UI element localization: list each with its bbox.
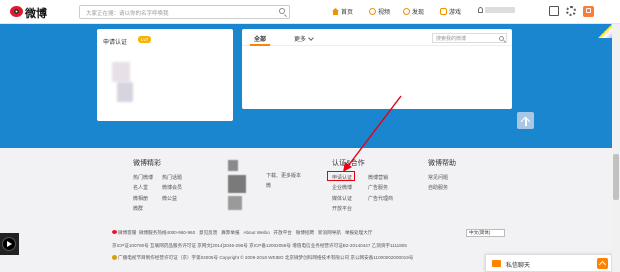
blurred-qr-code <box>228 196 242 210</box>
footer-link[interactable]: 常见问题 <box>428 174 448 181</box>
blurred-username <box>485 7 515 13</box>
level-badge: Lv7 <box>138 36 151 43</box>
footer-link[interactable]: 名人堂 <box>133 184 148 191</box>
tab-more[interactable]: 更多 <box>294 34 314 43</box>
scrollbar[interactable] <box>612 24 620 272</box>
blurred-qr-code <box>228 160 238 171</box>
nav-game-label: 游戏 <box>449 10 462 16</box>
footer-bottom-link[interactable]: 微博招聘 <box>296 230 314 235</box>
mail-icon[interactable] <box>549 6 559 16</box>
footer-col-title-help: 微博帮助 <box>428 160 456 167</box>
global-search-input[interactable]: 大家正在搜：请以你的名字呼唤我 <box>79 5 290 19</box>
blurred-avatar-part <box>112 62 130 82</box>
corner-decoration <box>598 24 612 38</box>
footer-link[interactable]: 媒体认证 <box>332 195 352 202</box>
weibo-small-icon <box>112 230 117 234</box>
nav-home[interactable]: 首页 <box>332 7 353 16</box>
game-icon <box>440 8 447 15</box>
discover-icon <box>403 8 410 15</box>
footer-link[interactable]: 开放平台 <box>332 205 352 212</box>
footer-col-title-highlights: 微博精彩 <box>133 160 161 167</box>
footer-bottom-link[interactable]: 微博客服 <box>118 230 136 235</box>
nav-discover-label: 发现 <box>412 10 425 16</box>
logo-text: 微博 <box>25 7 47 20</box>
nav-video-label: 视频 <box>378 10 391 16</box>
footer-col-title-cooperation: 认证&合作 <box>332 160 365 167</box>
weibo-logo[interactable]: 微博 <box>10 5 50 20</box>
footer-bottom-link[interactable]: 舞弊举报 <box>221 230 239 235</box>
nav-game[interactable]: 游戏 <box>440 7 461 16</box>
footer-bottom-link[interactable]: About Weibo <box>243 230 269 235</box>
feed-tabs: 全部 更多 搜索我的微博 <box>242 29 512 46</box>
footer-bottom-link[interactable]: 开放平台 <box>274 230 292 235</box>
tab-more-label: 更多 <box>294 37 307 43</box>
footer-link[interactable]: 微公益 <box>162 195 177 202</box>
footer-license-row: 京ICP证100780号 互联网药品服务许可证 京网文[2014]2046-29… <box>112 243 407 248</box>
feed-panel: 全部 更多 搜索我的微博 <box>242 29 512 109</box>
my-search-placeholder: 搜索我的微博 <box>436 36 467 42</box>
footer-copyright-text: 广播电视节目制作经营许可证（京）字第04005号 Copyright © 200… <box>118 255 414 260</box>
my-weibo-search-input[interactable]: 搜索我的微博 <box>432 33 507 43</box>
footer-link[interactable]: 下载、更多版本 <box>266 172 301 179</box>
footer-link[interactable]: 微博会员 <box>162 184 182 191</box>
police-badge-icon <box>112 255 117 260</box>
footer-link[interactable]: 广告代理商 <box>368 195 393 202</box>
top-navigation-bar: 微博 大家正在搜：请以你的名字呼唤我 首页 视频 发现 游戏 <box>0 0 620 24</box>
scrollbar-thumb[interactable] <box>613 154 619 200</box>
footer-copyright-row: 广播电视节目制作经营许可证（京）字第04005号 Copyright © 200… <box>112 255 413 261</box>
search-placeholder: 大家正在搜：请以你的名字呼唤我 <box>86 11 169 17</box>
footer-bottom-link[interactable]: 新浪网导航 <box>318 230 341 235</box>
footer-bottom-link[interactable]: 意见反馈 <box>199 230 217 235</box>
nav-home-label: 首页 <box>341 10 354 16</box>
language-select[interactable]: 中文(简体) <box>466 229 505 237</box>
blurred-qr-code <box>228 175 246 193</box>
footer-link[interactable]: 微博营销 <box>368 174 388 181</box>
footer-link[interactable]: 微相册 <box>133 195 148 202</box>
play-icon <box>7 241 12 247</box>
footer-bottom-link[interactable]: 微博服务热线4000-960-960 <box>139 230 195 235</box>
user-icon <box>478 7 483 13</box>
weibo-eye-icon <box>10 6 23 17</box>
apply-verification-label[interactable]: 申请认证 <box>103 37 127 46</box>
blurred-avatar-part <box>117 82 133 102</box>
home-icon <box>332 8 339 15</box>
search-icon[interactable] <box>499 35 504 41</box>
search-icon[interactable] <box>279 8 285 14</box>
footer-link[interactable]: 微群 <box>133 205 143 212</box>
chat-label: 私信聊天 <box>506 263 531 269</box>
footer-link[interactable]: 热门话题 <box>162 174 182 181</box>
tab-all[interactable]: 全部 <box>249 34 271 46</box>
main-content-area: 申请认证 Lv7 全部 更多 搜索我的微博 <box>0 24 612 148</box>
footer-bottom-link[interactable]: 举报处理大厅 <box>345 230 373 235</box>
video-player-widget[interactable] <box>0 233 19 255</box>
footer-link[interactable]: 企业微博 <box>332 184 352 191</box>
footer-links-row: 微博客服 微博服务热线4000-960-960 意见反馈 舞弊举报 About … <box>112 230 372 236</box>
footer-link[interactable]: 热门微博 <box>133 174 153 181</box>
video-icon <box>369 8 376 15</box>
footer-link[interactable]: 微 <box>266 182 271 189</box>
compose-icon[interactable] <box>583 6 594 17</box>
envelope-icon <box>492 260 501 267</box>
footer-link[interactable]: 广告服务 <box>368 184 388 191</box>
back-to-top-button[interactable] <box>517 112 534 129</box>
user-menu[interactable] <box>478 7 515 14</box>
profile-card: 申请认证 Lv7 <box>97 29 233 121</box>
expand-up-icon[interactable] <box>597 258 608 269</box>
nav-video[interactable]: 视频 <box>369 7 390 16</box>
footer-link[interactable]: 自助服务 <box>428 184 448 191</box>
chevron-down-icon <box>308 35 314 41</box>
private-chat-bar[interactable]: 私信聊天 <box>485 254 612 272</box>
nav-discover[interactable]: 发现 <box>403 7 424 16</box>
highlight-box <box>327 171 355 181</box>
gear-icon[interactable] <box>566 6 576 16</box>
